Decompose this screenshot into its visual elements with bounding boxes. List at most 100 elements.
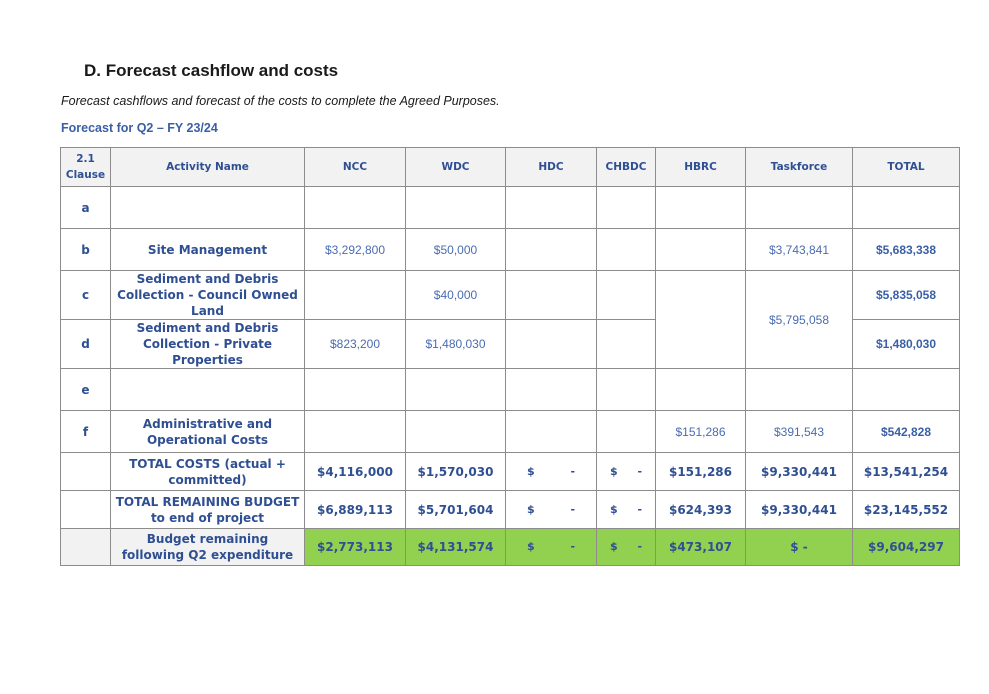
- ncc-cell: $2,773,113: [304, 528, 406, 566]
- taskforce-cell: $9,330,441: [745, 452, 853, 491]
- chbdc-cell: [596, 186, 656, 229]
- taskforce-cell: $3,743,841: [745, 228, 853, 271]
- taskforce-cell: $ -: [745, 528, 853, 566]
- col-header-clause: 2.1 Clause: [60, 147, 111, 187]
- chbdc-cell: [596, 368, 656, 411]
- col-header-ncc: NCC: [304, 147, 406, 187]
- col-header-chbdc: CHBDC: [596, 147, 656, 187]
- currency-symbol: $: [526, 540, 535, 553]
- taskforce-cell: $391,543: [745, 410, 853, 453]
- col-header-taskforce: Taskforce: [745, 147, 853, 187]
- budget-after-q2-label: Budget remaining following Q2 expenditur…: [110, 528, 305, 566]
- table-row-c: c Sediment and Debris Collection - Counc…: [60, 270, 960, 369]
- ncc-cell: $6,889,113: [304, 490, 406, 529]
- ncc-cell: $4,116,000: [304, 452, 406, 491]
- taskforce-merged-cell: $5,795,058: [745, 270, 853, 369]
- hbrc-cell: $151,286: [655, 452, 746, 491]
- taskforce-cell: [745, 186, 853, 229]
- clause-cell-empty: [60, 528, 111, 566]
- chbdc-cell: [596, 410, 656, 453]
- forecast-cashflow-table: 2.1 Clause Activity Name NCC WDC HDC CHB…: [60, 147, 960, 566]
- col-header-activity: Activity Name: [110, 147, 305, 187]
- activity-cell: Site Management: [110, 228, 305, 271]
- clause-cell: a: [60, 186, 111, 229]
- chbdc-cell: $ -: [596, 490, 656, 529]
- total-cell: $9,604,297: [852, 528, 960, 566]
- ncc-cell: [304, 410, 406, 453]
- currency-symbol: $: [526, 464, 535, 478]
- dash-value: -: [637, 502, 643, 516]
- hdc-cell: $ -: [505, 528, 597, 566]
- hbrc-cell: [655, 228, 746, 271]
- activity-cell: [110, 368, 305, 411]
- ncc-cell: [304, 270, 406, 320]
- remaining-budget-row: TOTAL REMAINING BUDGET to end of project…: [60, 490, 960, 529]
- table-row-e: e: [60, 368, 960, 411]
- total-cell: $1,480,030: [852, 319, 960, 369]
- total-cell: $5,835,058: [852, 270, 960, 320]
- dash-value: -: [637, 464, 643, 478]
- wdc-cell: [405, 368, 506, 411]
- total-costs-row: TOTAL COSTS (actual + committed) $4,116,…: [60, 452, 960, 491]
- wdc-cell: $1,480,030: [405, 319, 506, 369]
- table-row-b: b Site Management $3,292,800 $50,000 $3,…: [60, 228, 960, 271]
- table-row-a: a: [60, 186, 960, 229]
- col-header-hdc: HDC: [505, 147, 597, 187]
- total-cell: $542,828: [852, 410, 960, 453]
- total-cell: $13,541,254: [852, 452, 960, 491]
- ncc-cell: $823,200: [304, 319, 406, 369]
- hbrc-cell: [655, 186, 746, 229]
- dash-value: -: [570, 464, 576, 478]
- taskforce-cell: [745, 368, 853, 411]
- hdc-cell: [505, 270, 597, 320]
- currency-symbol: $: [526, 502, 535, 516]
- chbdc-cell: [596, 228, 656, 271]
- hdc-cell: [505, 410, 597, 453]
- col-header-wdc: WDC: [405, 147, 506, 187]
- wdc-cell: [405, 410, 506, 453]
- currency-symbol: $: [609, 502, 618, 516]
- total-cell: [852, 368, 960, 411]
- hbrc-cell: $624,393: [655, 490, 746, 529]
- table-row-f: f Administrative and Operational Costs $…: [60, 410, 960, 453]
- activity-cell: Administrative and Operational Costs: [110, 410, 305, 453]
- section-heading: D. Forecast cashflow and costs: [84, 61, 339, 80]
- activity-cell: [110, 186, 305, 229]
- hdc-cell: [505, 319, 597, 369]
- section-description: Forecast cashflows and forecast of the c…: [61, 94, 500, 108]
- budget-after-q2-row: Budget remaining following Q2 expenditur…: [60, 528, 960, 566]
- clause-cell: f: [60, 410, 111, 453]
- hbrc-merged-cell: [655, 270, 746, 369]
- clause-cell: e: [60, 368, 111, 411]
- activity-cell: Sediment and Debris Collection - Council…: [110, 270, 305, 320]
- hdc-cell: [505, 368, 597, 411]
- dash-value: -: [570, 540, 576, 553]
- ncc-cell: [304, 186, 406, 229]
- wdc-cell: [405, 186, 506, 229]
- wdc-cell: $5,701,604: [405, 490, 506, 529]
- hbrc-cell: $473,107: [655, 528, 746, 566]
- total-cell: $23,145,552: [852, 490, 960, 529]
- currency-symbol: $: [609, 464, 618, 478]
- header-row: 2.1 Clause Activity Name NCC WDC HDC CHB…: [60, 147, 960, 187]
- total-cell: [852, 186, 960, 229]
- col-header-hbrc: HBRC: [655, 147, 746, 187]
- taskforce-cell: $9,330,441: [745, 490, 853, 529]
- wdc-cell: $40,000: [405, 270, 506, 320]
- clause-cell: b: [60, 228, 111, 271]
- hbrc-cell: [655, 368, 746, 411]
- chbdc-cell: $ -: [596, 528, 656, 566]
- wdc-cell: $1,570,030: [405, 452, 506, 491]
- total-cell: $5,683,338: [852, 228, 960, 271]
- ncc-cell: [304, 368, 406, 411]
- chbdc-cell: [596, 319, 656, 369]
- clause-cell-empty: [60, 452, 111, 491]
- wdc-cell: $4,131,574: [405, 528, 506, 566]
- col-header-total: TOTAL: [852, 147, 960, 187]
- currency-symbol: $: [609, 540, 618, 553]
- clause-cell: c: [60, 270, 111, 320]
- dash-value: -: [570, 502, 576, 516]
- remaining-budget-label: TOTAL REMAINING BUDGET to end of project: [110, 490, 305, 529]
- dash-value: -: [637, 540, 643, 553]
- total-costs-label: TOTAL COSTS (actual + committed): [110, 452, 305, 491]
